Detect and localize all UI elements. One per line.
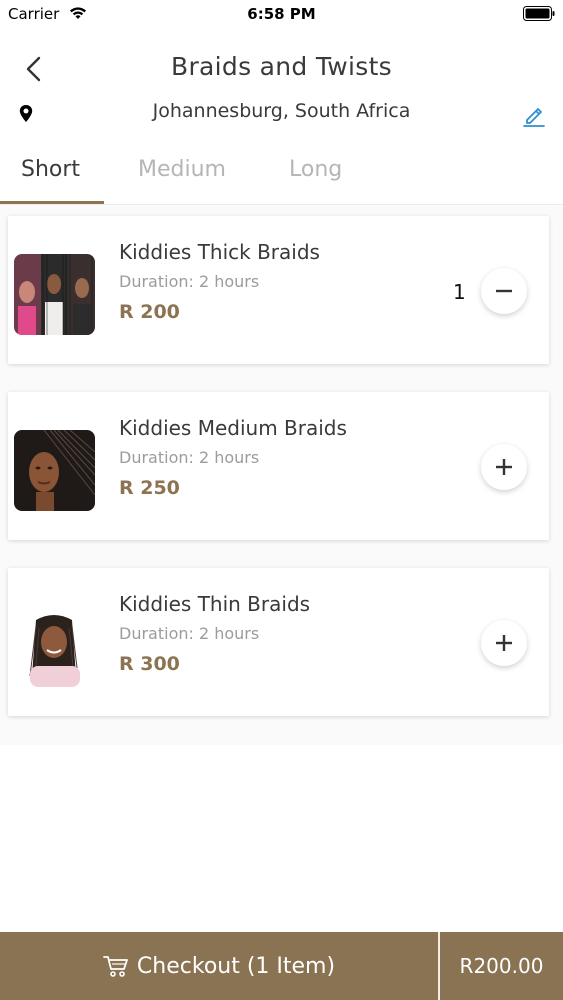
tab-long[interactable]: Long [289, 157, 342, 182]
location-label: Johannesburg, South Africa [152, 100, 411, 122]
minus-icon [496, 289, 512, 293]
service-card[interactable]: Kiddies Thin Braids Duration: 2 hours R … [8, 568, 549, 716]
page-title: Braids and Twists [171, 52, 392, 81]
checkout-label: Checkout (1 Item) [136, 953, 336, 979]
checkout-button[interactable]: Checkout (1 Item) [0, 932, 438, 1000]
service-thumbnail-image [14, 606, 95, 687]
clock: 6:58 PM [247, 5, 316, 23]
plus-icon [496, 635, 512, 651]
service-price: R 300 [119, 653, 180, 675]
add-service-button[interactable] [481, 620, 527, 666]
service-price: R 250 [119, 477, 180, 499]
decrease-quantity-button[interactable] [481, 268, 527, 314]
service-name: Kiddies Thick Braids [119, 240, 320, 264]
add-service-button[interactable] [481, 444, 527, 490]
checkout-bar: Checkout (1 Item) R200.00 [0, 932, 563, 1000]
service-card[interactable]: Kiddies Thick Braids Duration: 2 hours R… [8, 216, 549, 364]
service-name: Kiddies Thin Braids [119, 592, 311, 616]
edit-pencil-icon[interactable] [521, 102, 547, 128]
quantity-count: 1 [453, 280, 466, 304]
status-bar: Carrier 6:58 PM [0, 0, 563, 30]
service-thumbnail-image [14, 254, 95, 335]
length-tabs: Short Medium Long [0, 135, 563, 205]
service-thumbnail-image [14, 430, 95, 511]
tab-short[interactable]: Short [21, 157, 80, 182]
battery-icon [523, 6, 555, 21]
header: Braids and Twists Johannesburg, South Af… [0, 30, 563, 135]
service-duration: Duration: 2 hours [119, 448, 260, 467]
checkout-total: R200.00 [459, 954, 544, 978]
service-price: R 200 [119, 301, 180, 323]
service-duration: Duration: 2 hours [119, 624, 260, 643]
plus-icon [496, 459, 512, 475]
cart-icon [103, 956, 128, 977]
service-card[interactable]: Kiddies Medium Braids Duration: 2 hours … [8, 392, 549, 540]
service-duration: Duration: 2 hours [119, 272, 260, 291]
tab-medium[interactable]: Medium [138, 157, 226, 182]
service-list: Kiddies Thick Braids Duration: 2 hours R… [0, 205, 563, 745]
service-name: Kiddies Medium Braids [119, 416, 347, 440]
